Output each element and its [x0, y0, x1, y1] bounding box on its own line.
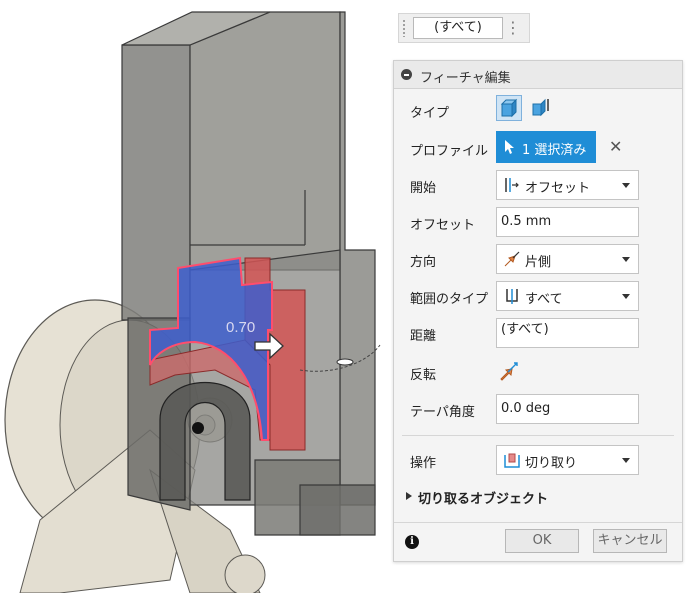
type-label: タイプ — [410, 106, 450, 121]
start-dropdown[interactable]: オフセット — [496, 170, 639, 200]
chevron-down-icon — [622, 257, 630, 262]
separator — [402, 435, 674, 436]
extent-type-value: すべて — [525, 292, 563, 307]
extent-all-icon — [506, 289, 518, 304]
direction-label: 方向 — [410, 255, 437, 270]
row-offset: オフセット 0.5 mm — [394, 205, 682, 239]
row-distance: 距離 (すべて) — [394, 316, 682, 350]
dialog-footer: i OK キャンセル — [394, 522, 682, 561]
row-start: 開始 オフセット — [394, 168, 682, 202]
chevron-down-icon — [622, 294, 630, 299]
feature-edit-dialog: フィーチャ編集 タイプ プロファイル 1 選択済み ✕ 開始 オフセット オフセ… — [393, 60, 683, 562]
solid-extrude-icon — [500, 98, 518, 118]
type-solid-button[interactable] — [496, 95, 522, 121]
offset-input[interactable]: 0.5 mm — [496, 207, 639, 237]
row-profile: プロファイル 1 選択済み ✕ — [394, 131, 682, 165]
start-value: オフセット — [525, 181, 591, 196]
extent-type-dropdown[interactable]: すべて — [496, 281, 639, 311]
collapse-icon[interactable] — [401, 69, 412, 80]
offset-label: オフセット — [410, 218, 476, 233]
profile-selection-count: 1 選択済み — [522, 143, 587, 158]
one-side-direction-icon — [504, 251, 520, 267]
chevron-right-icon — [406, 492, 412, 500]
clear-selection-icon[interactable]: ✕ — [609, 137, 622, 156]
profile-select-button[interactable]: 1 選択済み — [496, 131, 596, 163]
rotation-handle[interactable] — [336, 358, 354, 366]
cursor-arrow-icon — [505, 140, 514, 154]
row-taper: テーパ角度 0.0 deg — [394, 392, 682, 426]
dimension-label[interactable]: 0.70 — [226, 319, 255, 336]
info-icon[interactable]: i — [405, 535, 419, 549]
distance-input-widget: (すべて) ⋮ — [398, 13, 530, 43]
operation-dropdown[interactable]: 切り取り — [496, 445, 639, 475]
more-options-icon[interactable]: ⋮ — [505, 18, 521, 38]
thin-extrude-icon — [532, 98, 549, 117]
taper-input[interactable]: 0.0 deg — [496, 394, 639, 424]
dialog-title: フィーチャ編集 — [420, 71, 511, 86]
distance-field[interactable]: (すべて) — [496, 318, 639, 348]
dialog-header[interactable]: フィーチャ編集 — [394, 61, 682, 89]
cut-operation-icon — [504, 453, 520, 468]
distance-label: 距離 — [410, 329, 437, 344]
type-thin-button[interactable] — [528, 95, 554, 121]
drag-grip-icon[interactable] — [402, 19, 406, 37]
objects-to-cut-label: 切り取るオブジェクト — [418, 492, 549, 507]
distance-input[interactable]: (すべて) — [413, 17, 503, 39]
row-extent-type: 範囲のタイプ すべて — [394, 279, 682, 313]
offset-start-icon — [505, 178, 519, 192]
chevron-down-icon — [622, 458, 630, 463]
chevron-down-icon — [622, 183, 630, 188]
row-direction: 方向 片側 — [394, 242, 682, 276]
flip-direction-icon[interactable] — [498, 361, 520, 383]
profile-label: プロファイル — [410, 144, 489, 159]
row-operation: 操作 切り取り — [394, 443, 682, 477]
flip-label: 反転 — [410, 368, 437, 383]
start-label: 開始 — [410, 181, 437, 196]
direction-value: 片側 — [525, 255, 552, 270]
row-flip: 反転 — [394, 355, 682, 389]
cancel-button[interactable]: キャンセル — [593, 529, 667, 553]
operation-value: 切り取り — [525, 456, 578, 471]
row-type: タイプ — [394, 93, 682, 127]
extent-type-label: 範囲のタイプ — [410, 292, 489, 307]
ok-button[interactable]: OK — [505, 529, 579, 553]
direction-dropdown[interactable]: 片側 — [496, 244, 639, 274]
operation-label: 操作 — [410, 456, 437, 471]
taper-label: テーパ角度 — [410, 405, 475, 420]
